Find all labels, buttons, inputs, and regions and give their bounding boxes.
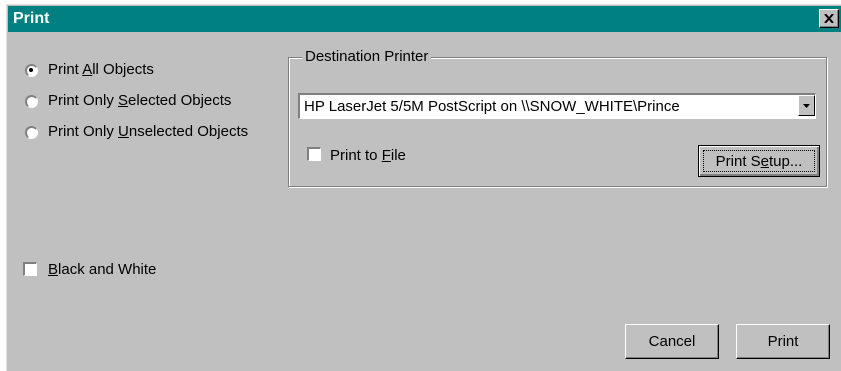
black-and-white-label[interactable]: Black and White (48, 261, 156, 278)
radio-print-selected-objects[interactable] (25, 95, 38, 108)
printer-dropdown-button[interactable] (798, 95, 815, 116)
chevron-down-icon (803, 103, 810, 108)
destination-printer-label: Destination Printer (302, 48, 432, 65)
radio-label-print-unselected[interactable]: Print Only Unselected Objects (48, 123, 248, 140)
print-button[interactable]: Print (736, 324, 830, 359)
black-and-white-checkbox[interactable] (23, 262, 37, 276)
print-setup-button[interactable]: Print Setup... (698, 145, 820, 177)
radio-label-print-selected[interactable]: Print Only Selected Objects (48, 92, 231, 109)
radio-label-print-all[interactable]: Print All Objects (48, 61, 154, 78)
cancel-button[interactable]: Cancel (625, 324, 719, 359)
printer-select-value: HP LaserJet 5/5M PostScript on \\SNOW_WH… (304, 98, 680, 115)
radio-print-unselected-objects[interactable] (25, 126, 38, 139)
close-icon (824, 14, 834, 23)
focus-rect (703, 150, 815, 172)
radio-print-all-objects[interactable] (25, 64, 38, 77)
title-bar: Print (8, 6, 841, 32)
print-to-file-label[interactable]: Print to File (330, 147, 406, 164)
print-to-file-checkbox[interactable] (307, 147, 321, 161)
window-title: Print (13, 10, 50, 27)
printer-select[interactable]: HP LaserJet 5/5M PostScript on \\SNOW_WH… (298, 93, 816, 119)
close-button[interactable] (819, 9, 839, 28)
